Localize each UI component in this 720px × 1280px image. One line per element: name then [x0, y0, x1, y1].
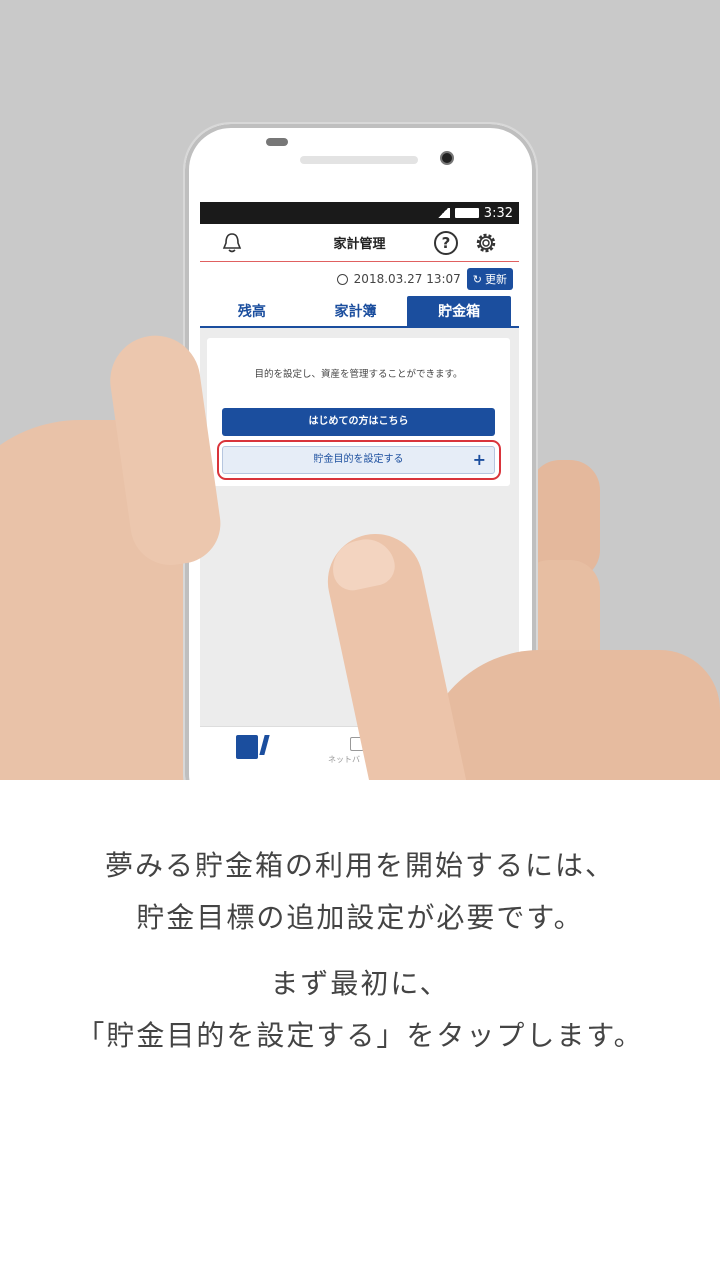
- tab-household-ledger[interactable]: 家計簿: [304, 296, 408, 326]
- refresh-icon: ↻: [472, 272, 482, 286]
- set-savings-goal-button[interactable]: 貯金目的を設定する +: [222, 446, 495, 474]
- photo-stage: 3:32 家計管理 ? 2018.03.27 13:07 ↻ 更新 残高 家計簿…: [0, 0, 720, 780]
- instruction-caption: 夢みる貯金箱の利用を開始するには、 貯金目標の追加設定が必要です。 まず最初に、…: [0, 840, 720, 1062]
- plus-icon: +: [472, 450, 486, 469]
- last-updated-time: 2018.03.27 13:07: [353, 272, 461, 286]
- battery-icon: [454, 208, 479, 218]
- set-savings-goal-label: 貯金目的を設定する: [313, 454, 404, 465]
- first-time-button[interactable]: はじめての方はこちら: [222, 408, 495, 436]
- help-icon[interactable]: ?: [434, 231, 458, 255]
- app-bar: 家計管理 ?: [200, 224, 519, 262]
- tab-bar: 残高 家計簿 貯金箱: [200, 296, 519, 328]
- signal-icon: [435, 208, 450, 218]
- ledger-nav-icon[interactable]: [236, 735, 258, 759]
- caption-line-4: 「貯金目的を設定する」をタップします。: [76, 1019, 644, 1052]
- bell-icon[interactable]: [222, 232, 242, 254]
- tab-balance[interactable]: 残高: [200, 296, 304, 326]
- status-time: 3:32: [483, 205, 513, 221]
- status-bar: 3:32: [200, 202, 519, 224]
- phone-speaker: [300, 156, 418, 164]
- caption-line-3: まず最初に、: [270, 967, 450, 1000]
- refresh-button[interactable]: ↻ 更新: [466, 268, 513, 290]
- update-row: 2018.03.27 13:07 ↻ 更新: [200, 262, 519, 296]
- tab-savings-box[interactable]: 貯金箱: [407, 296, 512, 326]
- page-title: 家計管理: [333, 237, 386, 252]
- refresh-label: 更新: [485, 273, 507, 286]
- clock-icon: [336, 273, 348, 285]
- caption-line-2: 貯金目標の追加設定が必要です。: [136, 901, 584, 934]
- card-description: 目的を設定し、資産を管理することができます。: [254, 369, 463, 380]
- savings-card: 目的を設定し、資産を管理することができます。 はじめての方はこちら 貯金目的を設…: [207, 338, 510, 486]
- caption-line-1: 夢みる貯金箱の利用を開始するには、: [104, 849, 615, 882]
- gear-icon[interactable]: [473, 230, 499, 256]
- phone-sensor: [266, 138, 288, 146]
- net-banking-nav-label: ネットバ: [328, 755, 360, 764]
- phone-camera: [440, 151, 454, 165]
